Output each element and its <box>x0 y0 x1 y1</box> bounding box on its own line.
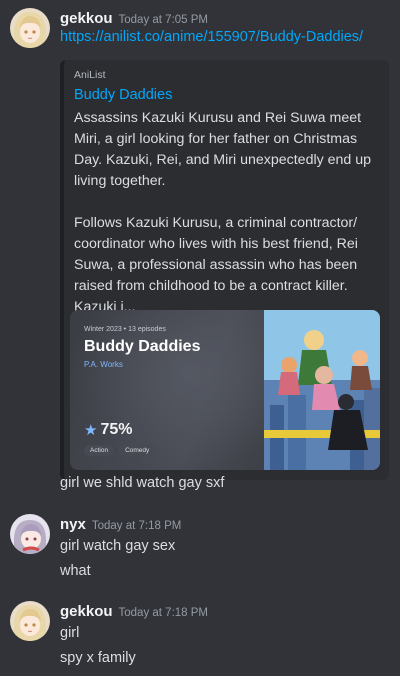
score-row: ★ 75% <box>84 421 132 439</box>
card-season: Winter 2023 • 13 episodes <box>84 326 166 333</box>
username[interactable]: gekkou <box>60 10 113 27</box>
message-text: spy x family <box>60 650 136 666</box>
message-header: nyx Today at 7:18 PM <box>60 516 181 534</box>
message-text: what <box>60 563 91 579</box>
embed-description: Assassins Kazuki Kurusu and Rei Suwa mee… <box>74 108 379 318</box>
message-text: girl we shld watch gay sxf <box>60 475 225 491</box>
link-embed: AniList Buddy Daddies Assassins Kazuki K… <box>60 60 389 480</box>
embed-image-card[interactable]: Winter 2023 • 13 episodes Buddy Daddies … <box>70 310 380 470</box>
embed-description-paragraph: Follows Kazuki Kurusu, a criminal contra… <box>74 215 358 315</box>
message-text: girl <box>60 625 80 641</box>
avatar[interactable] <box>10 601 50 641</box>
genre-tags: Action Comedy <box>84 445 156 456</box>
embed-title[interactable]: Buddy Daddies <box>74 87 172 103</box>
tag-comedy: Comedy <box>119 445 156 456</box>
message-header: gekkou Today at 7:18 PM <box>60 603 208 621</box>
username[interactable]: nyx <box>60 516 86 533</box>
embed-description-paragraph: Assassins Kazuki Kurusu and Rei Suwa mee… <box>74 110 372 189</box>
username[interactable]: gekkou <box>60 603 113 620</box>
timestamp: Today at 7:05 PM <box>118 14 209 26</box>
avatar[interactable] <box>10 514 50 554</box>
anilist-link[interactable]: https://anilist.co/anime/155907/Buddy-Da… <box>60 29 363 45</box>
star-icon: ★ <box>84 422 98 439</box>
message-header: gekkou Today at 7:05 PM <box>60 10 208 28</box>
timestamp: Today at 7:18 PM <box>91 520 182 532</box>
avatar[interactable] <box>10 8 50 48</box>
poster-image <box>264 310 380 470</box>
message-text: girl watch gay sex <box>60 538 176 554</box>
score-value: 75% <box>100 421 133 438</box>
embed-provider[interactable]: AniList <box>74 69 106 81</box>
timestamp: Today at 7:18 PM <box>118 607 209 619</box>
card-title: Buddy Daddies <box>84 338 201 355</box>
tag-action: Action <box>84 445 115 456</box>
message-link-line: https://anilist.co/anime/155907/Buddy-Da… <box>60 29 363 45</box>
card-studio: P.A. Works <box>84 360 123 369</box>
